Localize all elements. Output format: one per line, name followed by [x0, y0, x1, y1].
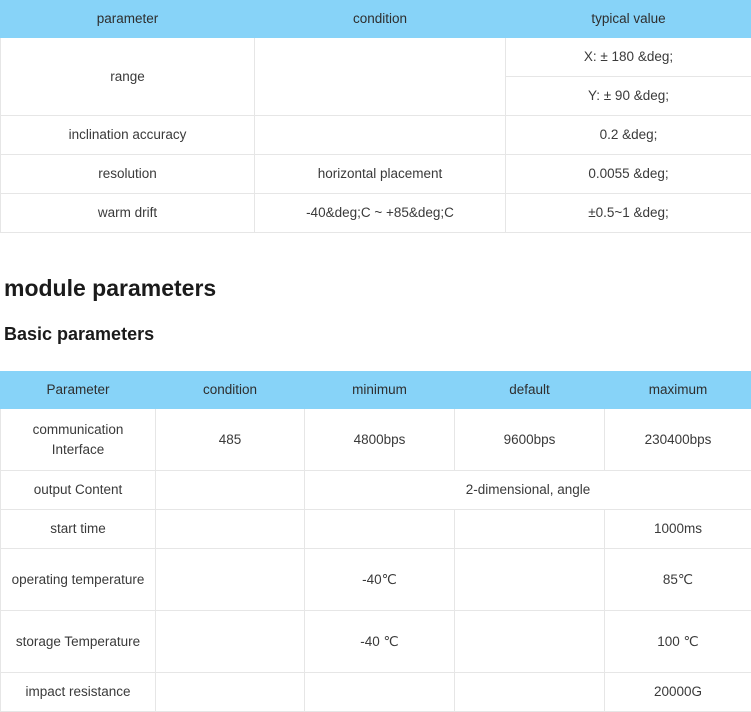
- specification-page: parameter condition typical value range …: [0, 0, 751, 712]
- cell-typical-value-resolution: 0.0055 &deg;: [506, 155, 751, 194]
- cell-maximum-storage-temperature: 100 ℃: [605, 611, 751, 673]
- column-header-maximum: maximum: [605, 372, 751, 409]
- table-header-row: parameter condition typical value: [1, 1, 751, 38]
- column-header-condition: condition: [255, 1, 506, 38]
- cell-condition-resolution: horizontal placement: [255, 155, 506, 194]
- cell-default-start-time: [455, 510, 605, 549]
- cell-parameter-output-content: output Content: [1, 471, 156, 510]
- cell-minimum-storage-temperature: -40 ℃: [305, 611, 455, 673]
- spacer: [0, 233, 751, 277]
- table-row: storage Temperature -40 ℃ 100 ℃: [1, 611, 751, 673]
- column-header-parameter: Parameter: [1, 372, 156, 409]
- table-row: start time 1000ms: [1, 510, 751, 549]
- cell-minimum-communication-interface: 4800bps: [305, 409, 455, 471]
- cell-maximum-communication-interface: 230400bps: [605, 409, 751, 471]
- sensor-specification-table: parameter condition typical value range …: [0, 0, 751, 233]
- table-row: impact resistance 20000G: [1, 673, 751, 712]
- sensor-table-body: range X: ± 180 &deg; Y: ± 90 &deg; incli…: [1, 38, 751, 233]
- cell-parameter-range: range: [1, 38, 255, 116]
- sensor-table-header: parameter condition typical value: [1, 1, 751, 38]
- module-table-header: Parameter condition minimum default maxi…: [1, 372, 751, 409]
- cell-condition-storage-temperature: [156, 611, 305, 673]
- table-header-row: Parameter condition minimum default maxi…: [1, 372, 751, 409]
- cell-default-impact-resistance: [455, 673, 605, 712]
- cell-default-communication-interface: 9600bps: [455, 409, 605, 471]
- column-header-condition: condition: [156, 372, 305, 409]
- cell-parameter-communication-interface: communication Interface: [1, 409, 156, 471]
- table-row: operating temperature -40℃ 85℃: [1, 549, 751, 611]
- module-basic-parameters-table: Parameter condition minimum default maxi…: [0, 371, 751, 712]
- table-row: warm drift -40&deg;C ~ +85&deg;C ±0.5~1 …: [1, 194, 751, 233]
- cell-condition-warm-drift: -40&deg;C ~ +85&deg;C: [255, 194, 506, 233]
- cell-minimum-operating-temperature: -40℃: [305, 549, 455, 611]
- table-row: communication Interface 485 4800bps 9600…: [1, 409, 751, 471]
- module-table-body: communication Interface 485 4800bps 9600…: [1, 409, 751, 712]
- column-header-parameter: parameter: [1, 1, 255, 38]
- cell-typical-value-range-x: X: ± 180 &deg;: [506, 38, 751, 77]
- cell-maximum-operating-temperature: 85℃: [605, 549, 751, 611]
- cell-condition-output-content: [156, 471, 305, 510]
- section-heading-basic-parameters: Basic parameters: [0, 325, 751, 343]
- cell-typical-value-warm-drift: ±0.5~1 &deg;: [506, 194, 751, 233]
- table-row: range X: ± 180 &deg;: [1, 38, 751, 77]
- cell-parameter-operating-temperature: operating temperature: [1, 549, 156, 611]
- cell-maximum-start-time: 1000ms: [605, 510, 751, 549]
- cell-maximum-impact-resistance: 20000G: [605, 673, 751, 712]
- cell-minimum-start-time: [305, 510, 455, 549]
- cell-condition-start-time: [156, 510, 305, 549]
- page-title-module-parameters: module parameters: [0, 277, 751, 300]
- spacer: [0, 300, 751, 325]
- cell-minimum-impact-resistance: [305, 673, 455, 712]
- cell-parameter-start-time: start time: [1, 510, 156, 549]
- cell-typical-value-range-y: Y: ± 90 &deg;: [506, 77, 751, 116]
- cell-parameter-impact-resistance: impact resistance: [1, 673, 156, 712]
- cell-default-storage-temperature: [455, 611, 605, 673]
- cell-default-operating-temperature: [455, 549, 605, 611]
- cell-typical-value-inclination-accuracy: 0.2 &deg;: [506, 116, 751, 155]
- table-row: resolution horizontal placement 0.0055 &…: [1, 155, 751, 194]
- cell-parameter-resolution: resolution: [1, 155, 255, 194]
- cell-condition-impact-resistance: [156, 673, 305, 712]
- cell-condition-operating-temperature: [156, 549, 305, 611]
- column-header-typical-value: typical value: [506, 1, 751, 38]
- table-row: output Content 2-dimensional, angle: [1, 471, 751, 510]
- cell-condition-inclination-accuracy: [255, 116, 506, 155]
- spacer: [0, 343, 751, 371]
- cell-parameter-inclination-accuracy: inclination accuracy: [1, 116, 255, 155]
- cell-parameter-storage-temperature: storage Temperature: [1, 611, 156, 673]
- column-header-minimum: minimum: [305, 372, 455, 409]
- cell-parameter-warm-drift: warm drift: [1, 194, 255, 233]
- cell-merged-output-content: 2-dimensional, angle: [305, 471, 751, 510]
- table-row: inclination accuracy 0.2 &deg;: [1, 116, 751, 155]
- cell-condition-range: [255, 38, 506, 116]
- column-header-default: default: [455, 372, 605, 409]
- cell-condition-communication-interface: 485: [156, 409, 305, 471]
